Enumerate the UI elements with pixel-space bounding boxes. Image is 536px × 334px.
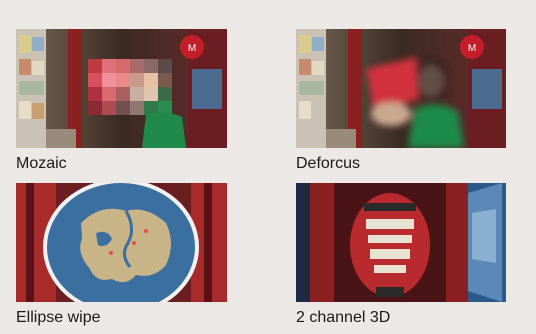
effect-label-ellipse-wipe: Ellipse wipe (16, 309, 101, 326)
mosaic-effect-thumbnail: M (16, 29, 227, 148)
effect-label-defocus: Deforcus (296, 155, 361, 172)
defocus-effect-thumbnail: M (296, 29, 506, 148)
effect-label-mosaic: Mozaic (16, 155, 67, 172)
two-channel-3d-thumbnail (296, 183, 506, 302)
ellipse-wipe-thumbnail (16, 183, 227, 302)
svg-text:M: M (468, 43, 476, 54)
effect-label-2-channel-3d: 2 channel 3D (296, 309, 391, 326)
svg-text:M: M (188, 43, 196, 54)
